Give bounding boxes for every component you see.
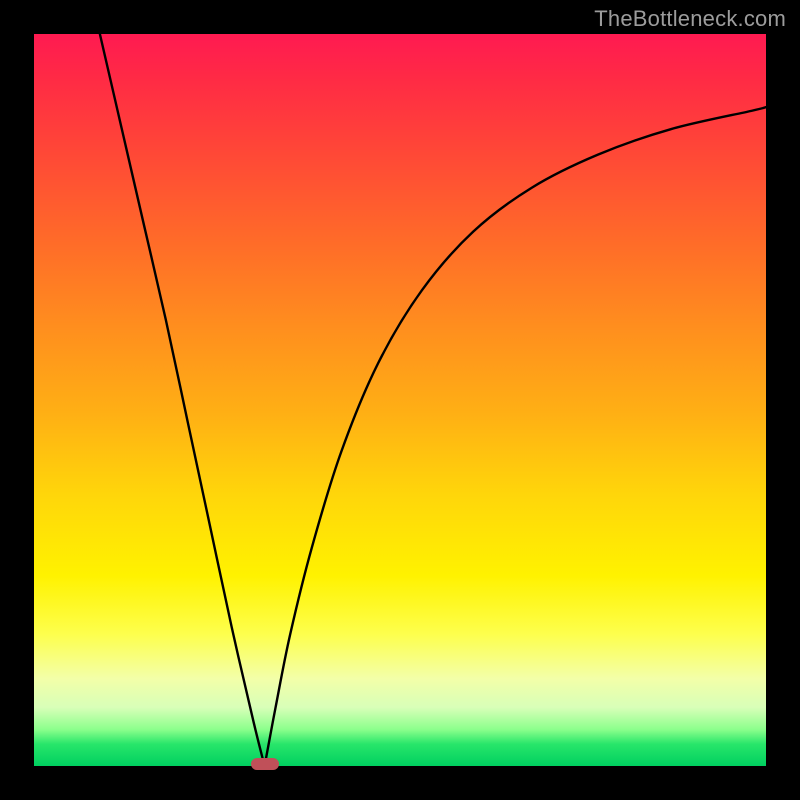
minimum-marker (251, 758, 279, 770)
curve-left-branch (100, 34, 265, 766)
plot-area (34, 34, 766, 766)
bottleneck-curve (34, 34, 766, 766)
watermark-text: TheBottleneck.com (594, 6, 786, 32)
curve-right-branch (265, 107, 766, 766)
chart-frame: TheBottleneck.com (0, 0, 800, 800)
